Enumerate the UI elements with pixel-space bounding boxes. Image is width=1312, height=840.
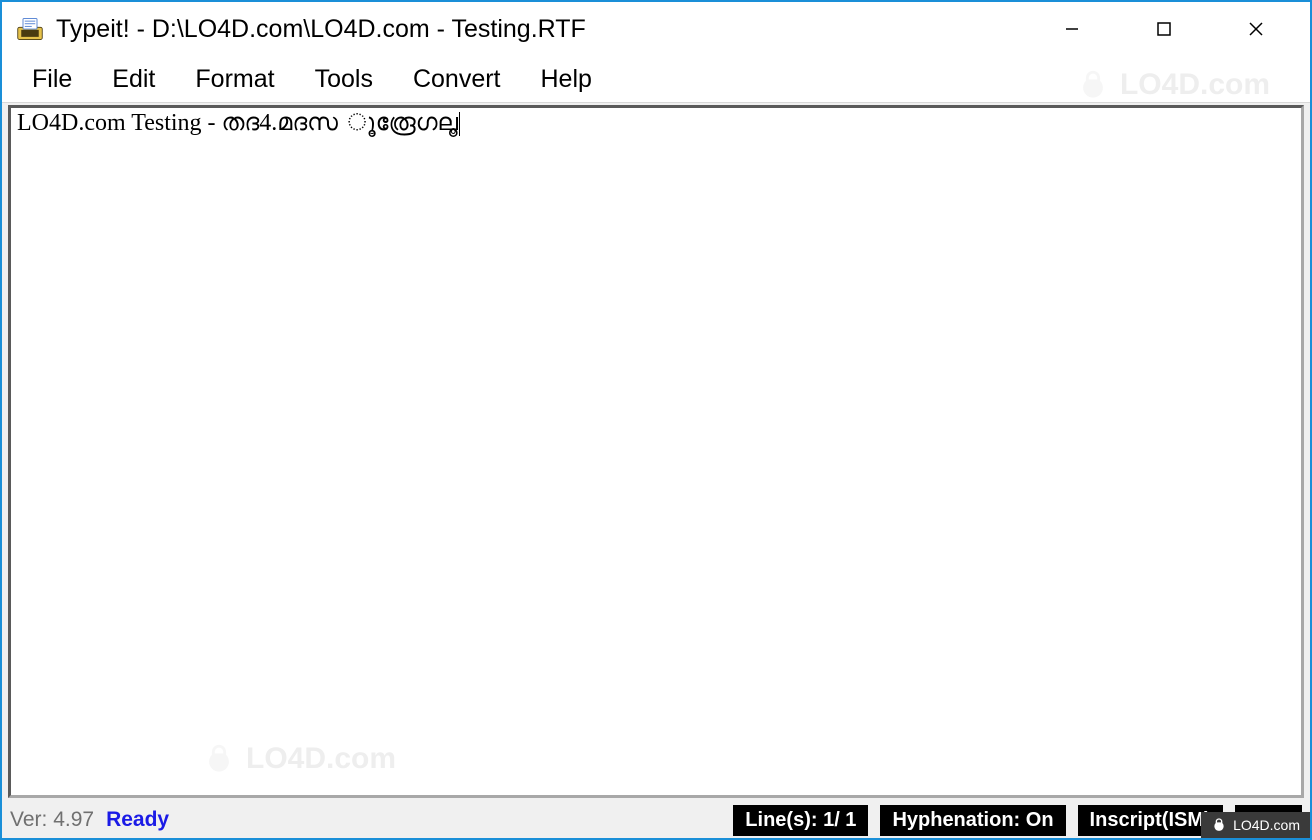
menu-edit[interactable]: Edit bbox=[92, 61, 175, 98]
app-window: LO4D.com LO4D.com Typeit! - D:\LO4D.com\… bbox=[0, 0, 1312, 840]
editor-content: LO4D.com Testing - തദ4.മദസ ൂരേൂഗലൂ bbox=[17, 110, 458, 136]
watermark-bar: LO4D.com bbox=[1201, 812, 1310, 838]
status-bar: Ver: 4.97 Ready Line(s): 1/ 1 Hyphenatio… bbox=[2, 802, 1310, 838]
maximize-button[interactable] bbox=[1118, 2, 1210, 56]
menu-bar: File Edit Format Tools Convert Help bbox=[2, 56, 1310, 102]
watermark-text: LO4D.com bbox=[1233, 817, 1300, 833]
menu-tools[interactable]: Tools bbox=[295, 61, 393, 98]
menu-help[interactable]: Help bbox=[521, 61, 612, 98]
app-icon bbox=[16, 15, 44, 43]
menu-file[interactable]: File bbox=[12, 61, 92, 98]
status-lines: Line(s): 1/ 1 bbox=[733, 805, 868, 836]
editor-container: LO4D.com Testing - തദ4.മദസ ൂരേൂഗലൂ bbox=[2, 102, 1310, 802]
version-label: Ver: 4.97 bbox=[10, 808, 94, 832]
ready-label: Ready bbox=[106, 808, 169, 832]
title-bar[interactable]: Typeit! - D:\LO4D.com\LO4D.com - Testing… bbox=[2, 2, 1310, 56]
menu-format[interactable]: Format bbox=[175, 61, 294, 98]
close-button[interactable] bbox=[1210, 2, 1302, 56]
status-hyphenation[interactable]: Hyphenation: On bbox=[880, 805, 1065, 836]
menu-convert[interactable]: Convert bbox=[393, 61, 521, 98]
minimize-button[interactable] bbox=[1026, 2, 1118, 56]
text-editor[interactable]: LO4D.com Testing - തദ4.മദസ ൂരേൂഗലൂ bbox=[8, 105, 1304, 798]
window-controls bbox=[1026, 2, 1302, 56]
window-title: Typeit! - D:\LO4D.com\LO4D.com - Testing… bbox=[56, 15, 586, 44]
text-caret bbox=[459, 112, 460, 136]
